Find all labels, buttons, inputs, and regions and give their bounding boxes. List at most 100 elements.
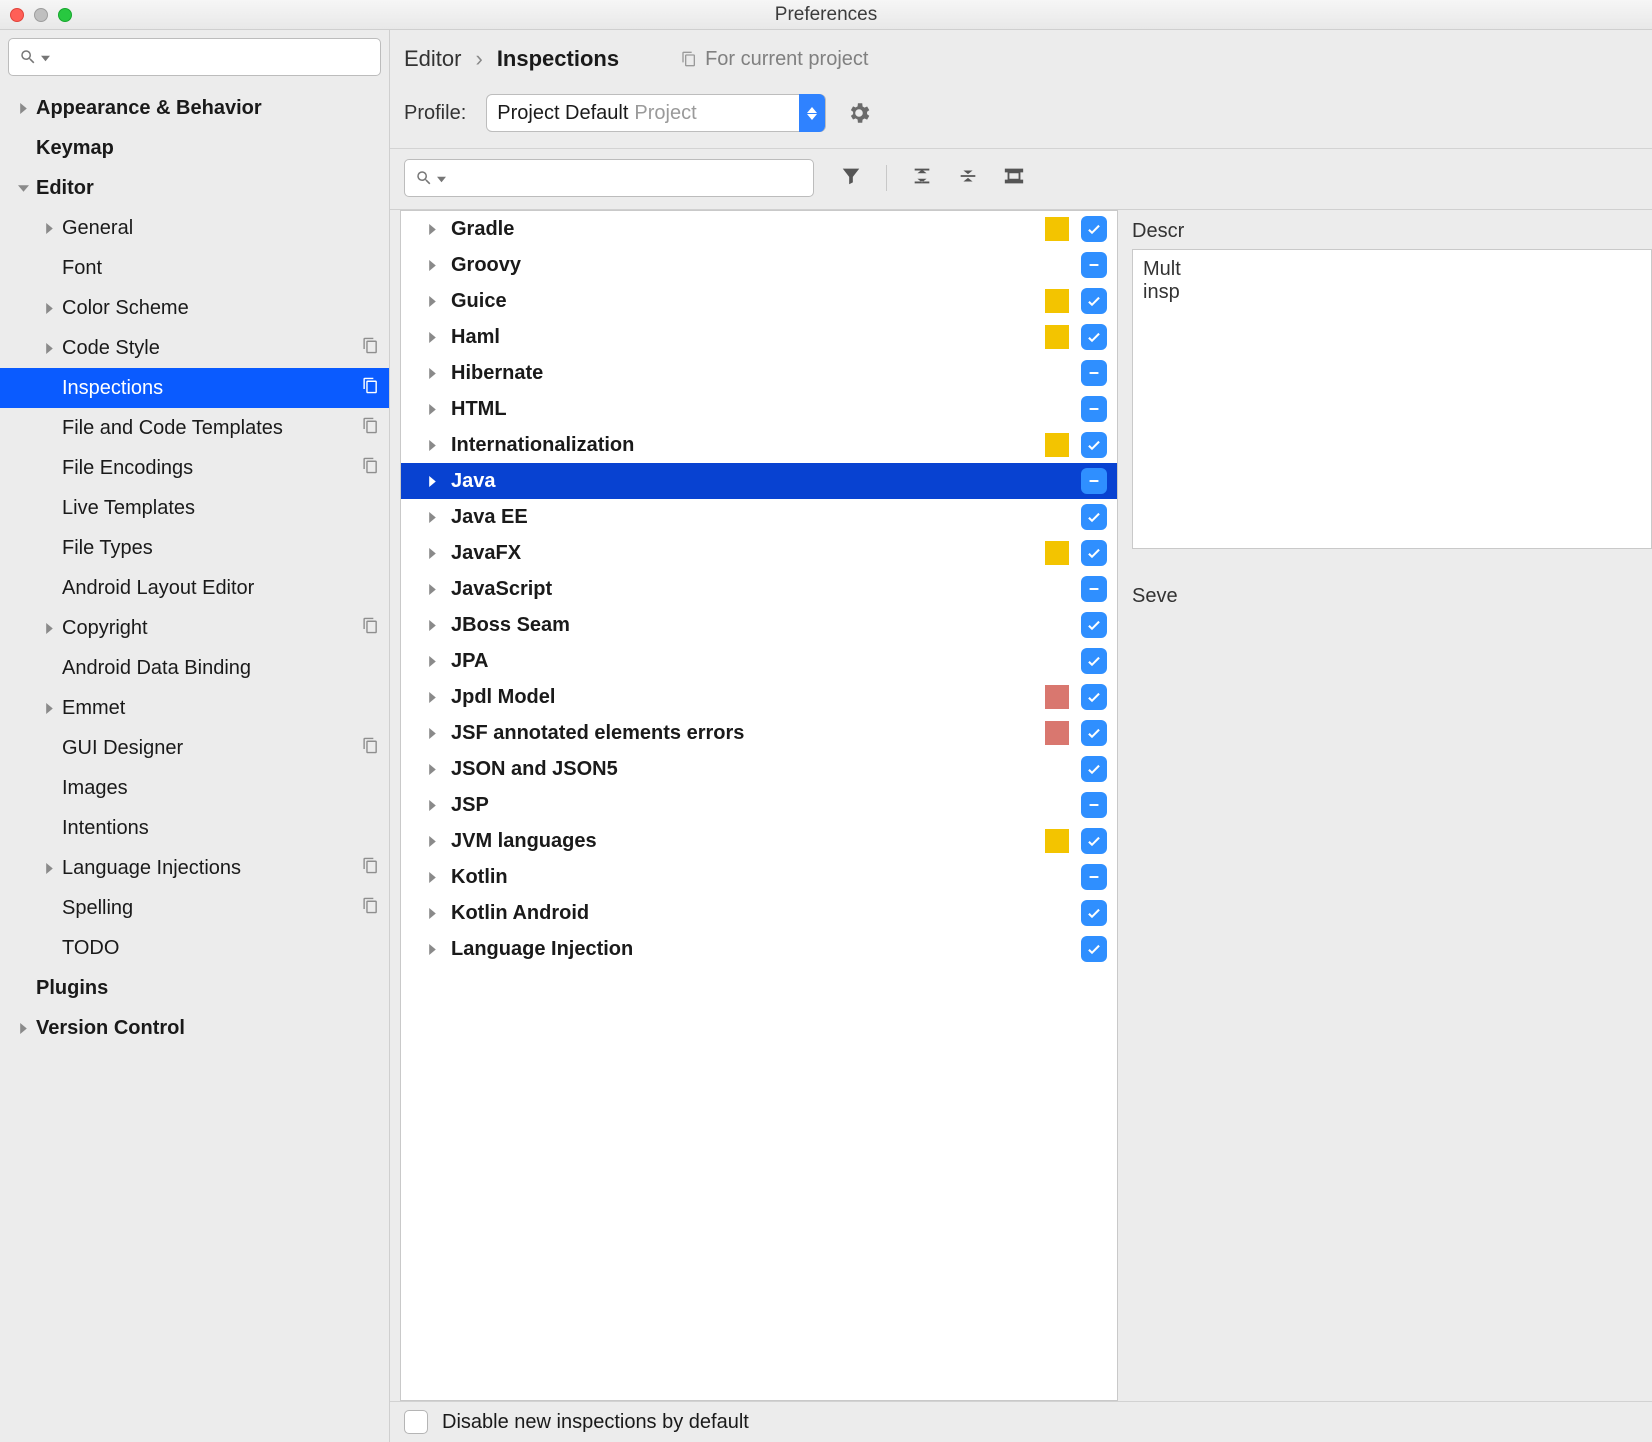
sidebar-item[interactable]: Copyright: [0, 608, 389, 648]
sidebar-item[interactable]: Version Control: [0, 1008, 389, 1048]
inspection-row[interactable]: Internationalization: [401, 427, 1117, 463]
inspection-row[interactable]: JavaScript: [401, 571, 1117, 607]
search-history-dropdown-icon[interactable]: [437, 168, 446, 189]
chevron-right-icon[interactable]: [423, 224, 441, 235]
filter-button[interactable]: [840, 165, 862, 192]
inspections-search[interactable]: [404, 159, 814, 197]
sidebar-item[interactable]: Emmet: [0, 688, 389, 728]
chevron-right-icon[interactable]: [40, 303, 58, 314]
inspection-row[interactable]: Java: [401, 463, 1117, 499]
inspection-row[interactable]: Groovy: [401, 247, 1117, 283]
inspection-row[interactable]: HTML: [401, 391, 1117, 427]
chevron-right-icon[interactable]: [14, 103, 32, 114]
inspection-row[interactable]: JavaFX: [401, 535, 1117, 571]
inspection-row[interactable]: Haml: [401, 319, 1117, 355]
view-toggle-button[interactable]: [1003, 165, 1025, 192]
profile-select-stepper-icon[interactable]: [799, 94, 825, 132]
sidebar-item[interactable]: Appearance & Behavior: [0, 88, 389, 128]
inspection-checkbox[interactable]: [1081, 216, 1107, 242]
chevron-right-icon[interactable]: [423, 656, 441, 667]
inspection-row[interactable]: Hibernate: [401, 355, 1117, 391]
inspection-checkbox[interactable]: [1081, 432, 1107, 458]
sidebar-search-input[interactable]: [54, 47, 370, 68]
inspection-checkbox[interactable]: [1081, 360, 1107, 386]
inspection-checkbox[interactable]: [1081, 540, 1107, 566]
chevron-right-icon[interactable]: [423, 800, 441, 811]
inspection-checkbox[interactable]: [1081, 288, 1107, 314]
inspection-row[interactable]: JSF annotated elements errors: [401, 715, 1117, 751]
sidebar-item[interactable]: Editor: [0, 168, 389, 208]
inspection-checkbox[interactable]: [1081, 576, 1107, 602]
inspection-checkbox[interactable]: [1081, 468, 1107, 494]
sidebar-item[interactable]: TODO: [0, 928, 389, 968]
sidebar-item[interactable]: File and Code Templates: [0, 408, 389, 448]
chevron-right-icon[interactable]: [423, 728, 441, 739]
inspection-row[interactable]: JSP: [401, 787, 1117, 823]
chevron-right-icon[interactable]: [423, 332, 441, 343]
inspection-row[interactable]: Kotlin Android: [401, 895, 1117, 931]
inspection-checkbox[interactable]: [1081, 396, 1107, 422]
sidebar-item[interactable]: Android Data Binding: [0, 648, 389, 688]
sidebar-item[interactable]: General: [0, 208, 389, 248]
sidebar-item[interactable]: Live Templates: [0, 488, 389, 528]
sidebar-item[interactable]: Color Scheme: [0, 288, 389, 328]
inspections-search-input[interactable]: [450, 168, 803, 189]
inspection-row[interactable]: Java EE: [401, 499, 1117, 535]
sidebar-item[interactable]: Language Injections: [0, 848, 389, 888]
sidebar-item[interactable]: File Types: [0, 528, 389, 568]
chevron-right-icon[interactable]: [423, 944, 441, 955]
chevron-right-icon[interactable]: [423, 512, 441, 523]
chevron-right-icon[interactable]: [423, 836, 441, 847]
search-history-dropdown-icon[interactable]: [41, 47, 50, 68]
sidebar-item[interactable]: Plugins: [0, 968, 389, 1008]
inspection-checkbox[interactable]: [1081, 756, 1107, 782]
inspection-checkbox[interactable]: [1081, 612, 1107, 638]
chevron-right-icon[interactable]: [423, 620, 441, 631]
inspection-checkbox[interactable]: [1081, 900, 1107, 926]
inspection-checkbox[interactable]: [1081, 864, 1107, 890]
inspection-row[interactable]: JPA: [401, 643, 1117, 679]
profile-select[interactable]: Project Default Project: [486, 94, 826, 132]
collapse-all-button[interactable]: [957, 165, 979, 192]
inspection-checkbox[interactable]: [1081, 828, 1107, 854]
sidebar-search[interactable]: [8, 38, 381, 76]
chevron-right-icon[interactable]: [423, 296, 441, 307]
inspection-row[interactable]: Guice: [401, 283, 1117, 319]
sidebar-item[interactable]: Intentions: [0, 808, 389, 848]
inspections-list[interactable]: GradleGroovyGuiceHamlHibernateHTMLIntern…: [400, 210, 1118, 1401]
inspection-checkbox[interactable]: [1081, 504, 1107, 530]
inspection-row[interactable]: JVM languages: [401, 823, 1117, 859]
sidebar-item[interactable]: GUI Designer: [0, 728, 389, 768]
inspection-checkbox[interactable]: [1081, 648, 1107, 674]
zoom-window-button[interactable]: [58, 8, 72, 22]
inspection-row[interactable]: JSON and JSON5: [401, 751, 1117, 787]
sidebar-item[interactable]: Android Layout Editor: [0, 568, 389, 608]
chevron-right-icon[interactable]: [423, 548, 441, 559]
inspection-checkbox[interactable]: [1081, 684, 1107, 710]
chevron-right-icon[interactable]: [423, 584, 441, 595]
chevron-right-icon[interactable]: [423, 908, 441, 919]
chevron-right-icon[interactable]: [423, 260, 441, 271]
minimize-window-button[interactable]: [34, 8, 48, 22]
sidebar-item[interactable]: Keymap: [0, 128, 389, 168]
chevron-right-icon[interactable]: [423, 368, 441, 379]
chevron-right-icon[interactable]: [423, 404, 441, 415]
sidebar-item[interactable]: Images: [0, 768, 389, 808]
chevron-down-icon[interactable]: [14, 183, 32, 194]
sidebar-item[interactable]: File Encodings: [0, 448, 389, 488]
chevron-right-icon[interactable]: [40, 343, 58, 354]
chevron-right-icon[interactable]: [40, 623, 58, 634]
inspection-checkbox[interactable]: [1081, 936, 1107, 962]
chevron-right-icon[interactable]: [14, 1023, 32, 1034]
sidebar-item[interactable]: Spelling: [0, 888, 389, 928]
chevron-right-icon[interactable]: [40, 863, 58, 874]
chevron-right-icon[interactable]: [423, 872, 441, 883]
chevron-right-icon[interactable]: [423, 764, 441, 775]
sidebar-item[interactable]: Inspections: [0, 368, 389, 408]
inspection-row[interactable]: Language Injection: [401, 931, 1117, 967]
sidebar-item[interactable]: Code Style: [0, 328, 389, 368]
inspection-row[interactable]: Gradle: [401, 211, 1117, 247]
profile-settings-button[interactable]: [846, 100, 872, 126]
inspection-checkbox[interactable]: [1081, 324, 1107, 350]
chevron-right-icon[interactable]: [423, 476, 441, 487]
